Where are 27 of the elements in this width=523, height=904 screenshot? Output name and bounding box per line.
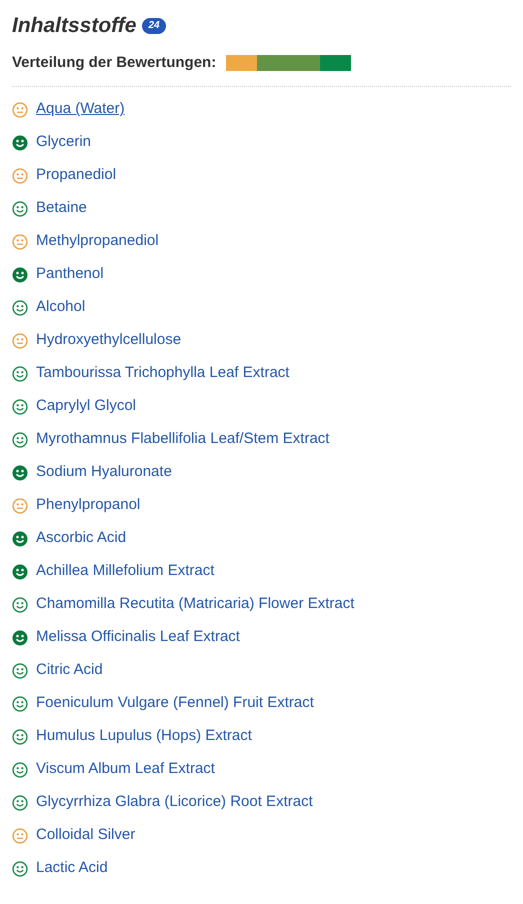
ingredient-link[interactable]: Myrothamnus Flabellifolia Leaf/Stem Extract xyxy=(36,428,330,451)
ingredient-link[interactable]: Melissa Officinalis Leaf Extract xyxy=(36,626,240,649)
ingredient-link[interactable]: Phenylpropanol xyxy=(36,494,140,517)
ingredient-link[interactable]: Chamomilla Recutita (Matricaria) Flower Extract xyxy=(36,593,354,616)
ingredient-link[interactable]: Alcohol xyxy=(36,296,86,319)
ingredient-link[interactable]: Citric Acid xyxy=(36,659,103,682)
ingredient-link[interactable]: Caprylyl Glycol xyxy=(36,395,136,418)
ingredient-link[interactable]: Colloidal Silver xyxy=(36,824,136,847)
ingredient-link[interactable]: Panthenol xyxy=(36,263,104,286)
ingredient-link[interactable]: Methylpropanediol xyxy=(36,230,159,253)
ingredient-link[interactable]: Tambourissa Trichophylla Leaf Extract xyxy=(36,362,290,385)
ingredient-link[interactable]: Glycyrrhiza Glabra (Licorice) Root Extract xyxy=(36,791,313,814)
ingredient-link[interactable]: Humulus Lupulus (Hops) Extract xyxy=(36,725,252,748)
ingredient-link[interactable]: Propanediol xyxy=(36,164,116,187)
ingredient-link[interactable]: Viscum Album Leaf Extract xyxy=(36,758,215,781)
ingredient-link[interactable]: Glycerin xyxy=(36,131,92,154)
ingredient-link[interactable]: Betaine xyxy=(36,197,87,220)
ingredient-link[interactable]: Hydroxyethylcellulose xyxy=(36,329,182,352)
ingredient-link[interactable]: Ascorbic Acid xyxy=(36,527,126,550)
ingredient-link[interactable]: Aqua (Water) xyxy=(36,98,125,121)
ingredient-link[interactable]: Foeniculum Vulgare (Fennel) Fruit Extract xyxy=(36,692,314,715)
ingredient-link[interactable]: Lactic Acid xyxy=(36,857,108,880)
section-title: Inhaltsstoffe xyxy=(12,13,136,39)
ingredient-link[interactable]: Sodium Hyaluronate xyxy=(36,461,172,484)
ingredient-link[interactable]: Achillea Millefolium Extract xyxy=(36,560,214,583)
distribution-label: Verteilung der Bewertungen: xyxy=(12,52,216,72)
count-badge: 24 xyxy=(142,18,166,34)
